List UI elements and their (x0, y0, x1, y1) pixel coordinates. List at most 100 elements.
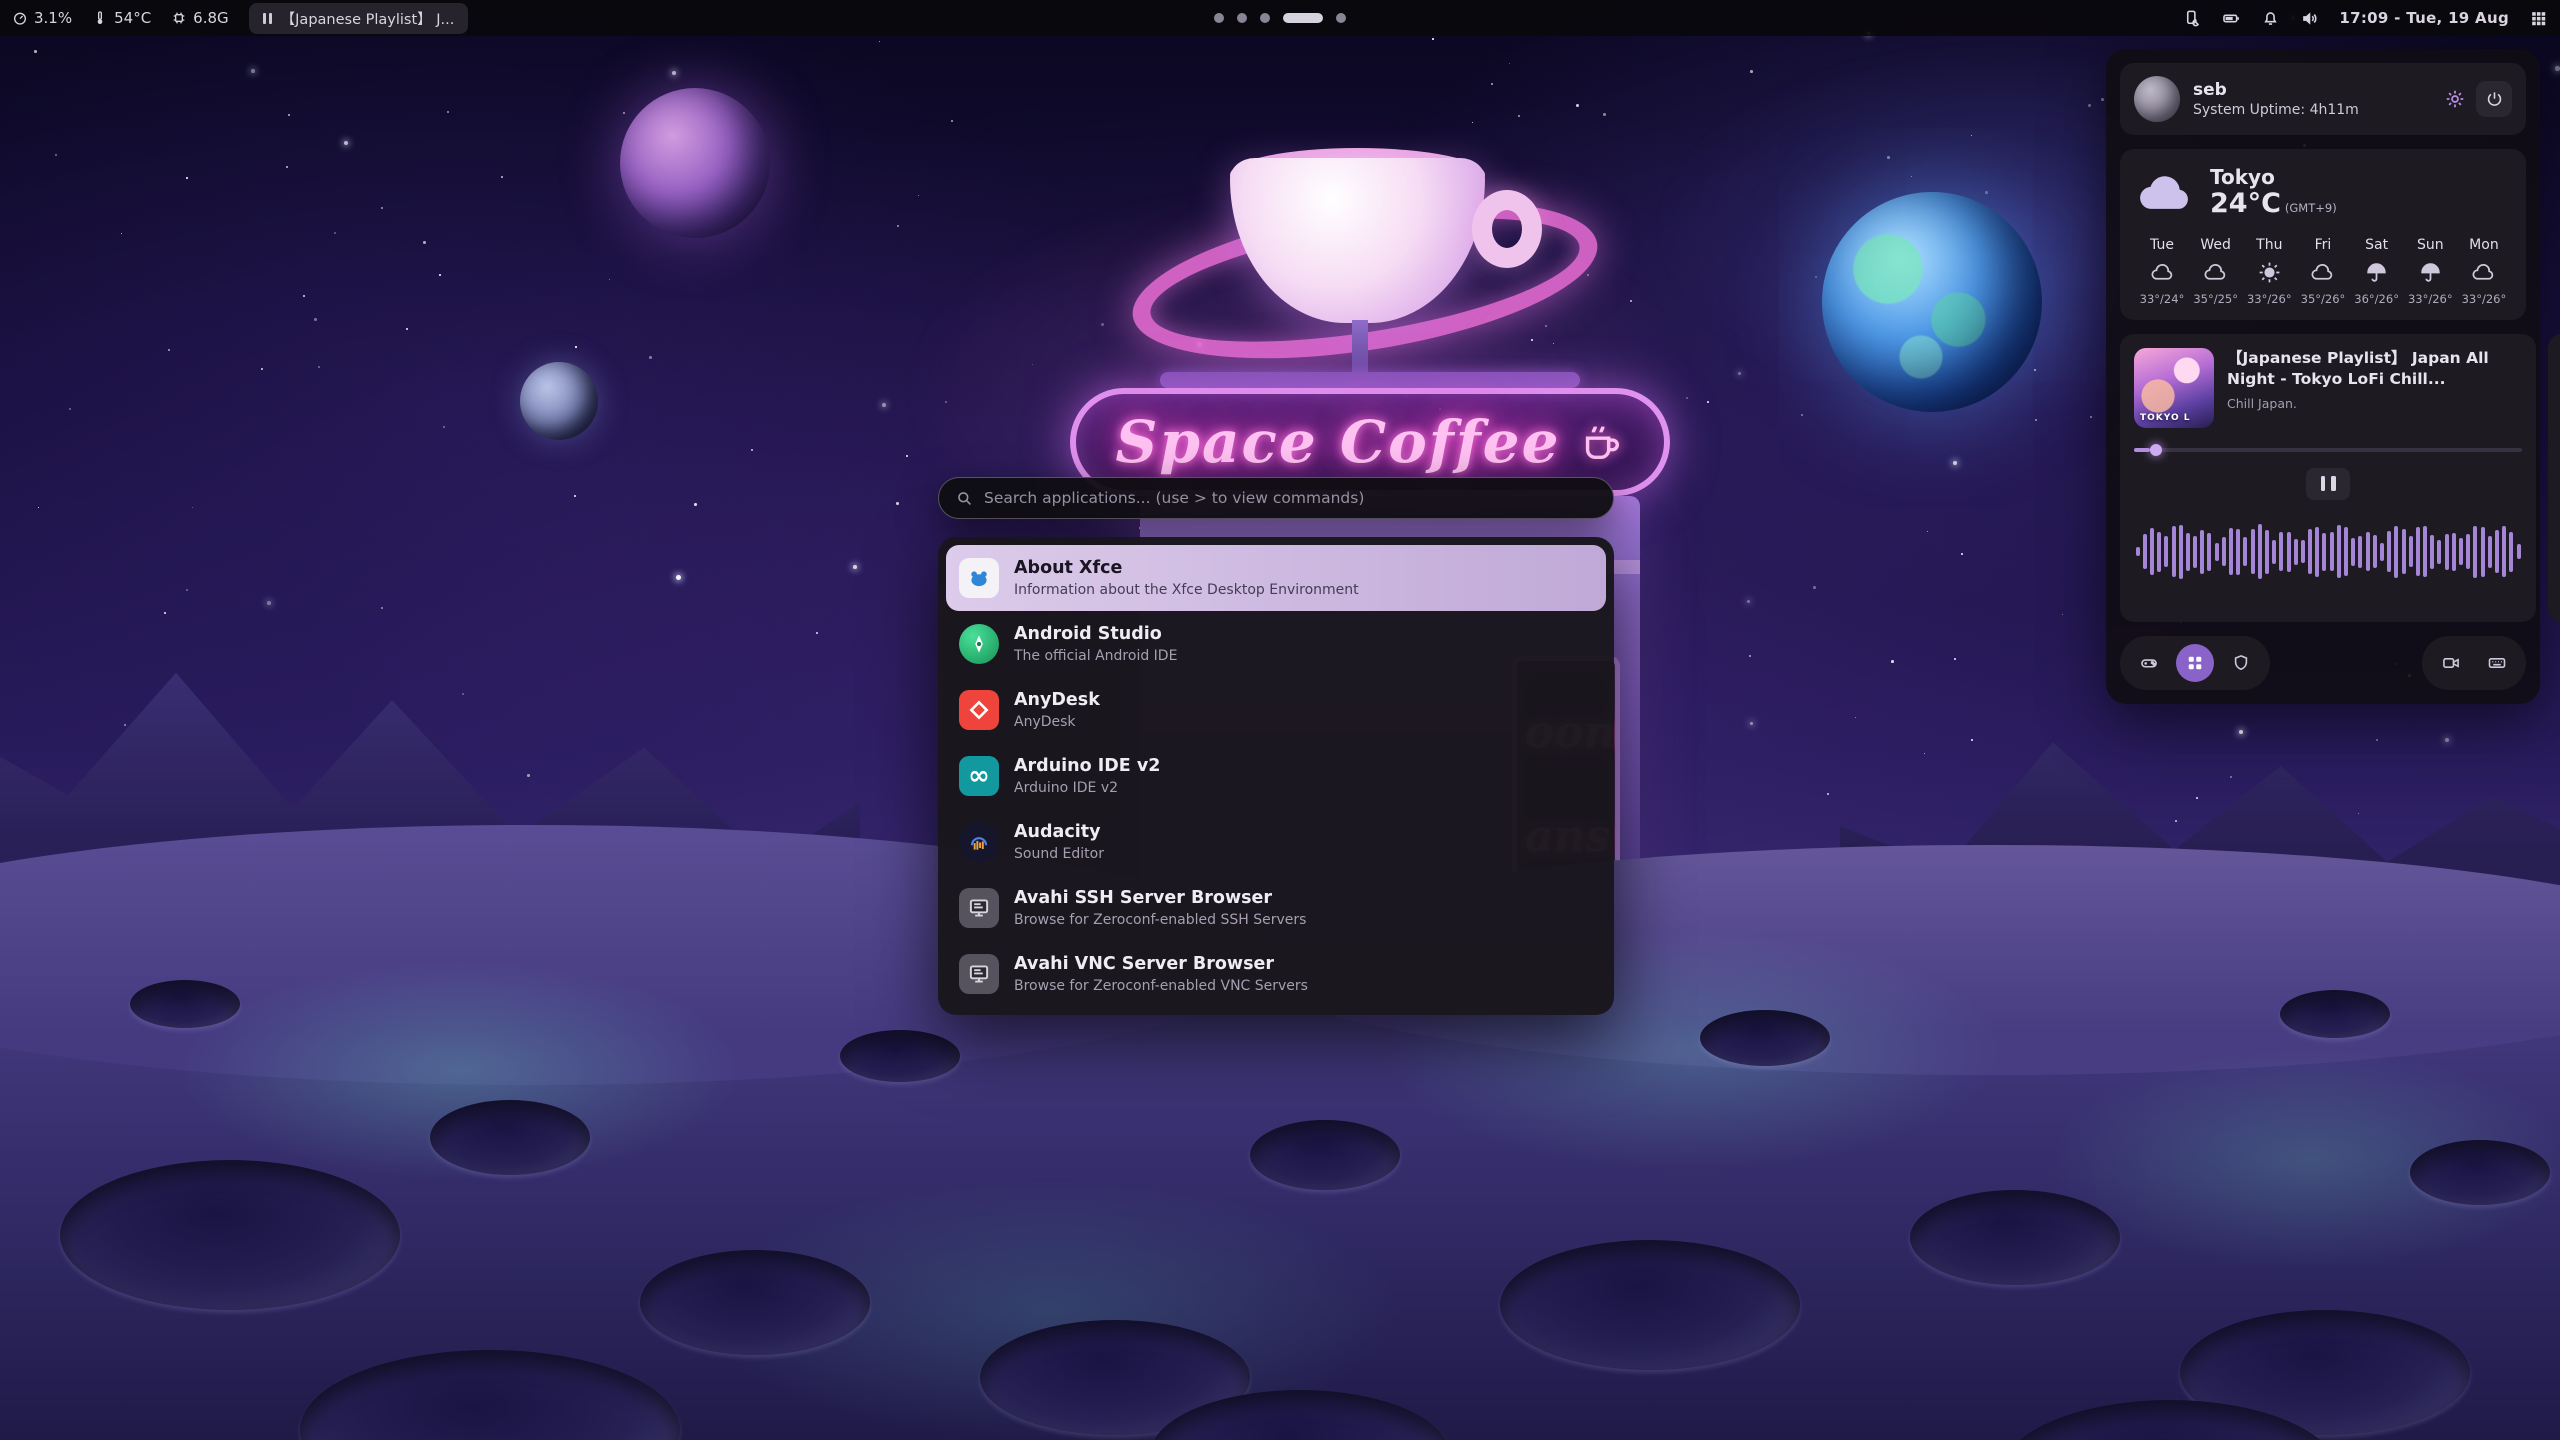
result-subtitle: Information about the Xfce Desktop Envir… (1014, 582, 1359, 598)
cloud-icon (2310, 260, 2335, 285)
moon-crater (1910, 1190, 2120, 1285)
workspace-dot[interactable] (1336, 13, 1346, 23)
memory-indicator[interactable]: 6.8G (171, 9, 228, 27)
moon-crater (430, 1100, 590, 1175)
umbrella-rain-icon (2364, 260, 2389, 285)
weather-card[interactable]: Tokyo 24°C(GMT+9) Tue 33°/24° Wed 35°/25… (2120, 149, 2526, 320)
gamepad-button[interactable] (2130, 644, 2168, 682)
coffee-cup-icon (1578, 419, 1624, 465)
moon-crater (2280, 990, 2390, 1038)
phone-wrench-icon (2183, 9, 2202, 28)
weather-city: Tokyo (2210, 165, 2337, 189)
app-launcher: About XfceInformation about the Xfce Des… (938, 477, 1614, 519)
umbrella-rain-icon (2418, 260, 2443, 285)
workspace-dot[interactable] (1260, 13, 1270, 23)
moon-crater (1700, 1010, 1830, 1066)
settings-button[interactable] (2444, 88, 2466, 110)
top-bar: 3.1% 54°C 6.8G 【Japanese Playlist】 J... (0, 0, 2560, 36)
workspace-dot[interactable] (1237, 13, 1247, 23)
moon-crater (640, 1250, 870, 1355)
xfce-icon (959, 558, 999, 598)
apps-button[interactable] (2176, 644, 2214, 682)
system-gauges-card: 3.1% 54°C 14% 24% (2548, 334, 2560, 622)
gamepad-icon (2139, 653, 2159, 673)
result-title: AnyDesk (1014, 690, 1100, 712)
weather-temperature: 24°C (2210, 188, 2281, 219)
battery-icon (2222, 9, 2241, 28)
album-art[interactable]: TOKYO L (2134, 348, 2214, 428)
memory-chip-icon (171, 10, 187, 26)
power-button[interactable] (2476, 81, 2512, 117)
server-browser-icon (959, 888, 999, 928)
result-audacity[interactable]: AudacitySound Editor (946, 809, 1606, 875)
search-input[interactable] (984, 489, 1597, 507)
workspace-indicator[interactable] (1214, 0, 1346, 36)
avatar[interactable] (2134, 76, 2180, 122)
result-about-xfce[interactable]: About XfceInformation about the Xfce Des… (946, 545, 1606, 611)
control-panel: seb System Uptime: 4h11m Tokyo 24°C(GMT+… (2106, 49, 2540, 704)
forecast-day: Thu 33°/26° (2243, 237, 2295, 306)
system-uptime: System Uptime: 4h11m (2193, 102, 2431, 118)
forecast-day: Fri 35°/26° (2297, 237, 2349, 306)
media-progress-handle[interactable] (2150, 444, 2162, 456)
cpu-gauge: 3.1% (2556, 346, 2560, 412)
moon-crater (60, 1160, 400, 1310)
result-title: Arduino IDE v2 (1014, 756, 1160, 778)
temperature-indicator[interactable]: 54°C (92, 9, 151, 27)
neon-sign-text: Space Coffee (1116, 408, 1561, 476)
grid-icon (2529, 9, 2548, 28)
result-title: Avahi VNC Server Browser (1014, 954, 1308, 976)
moon-crater (1250, 1120, 1400, 1190)
cloud-icon (2136, 170, 2194, 214)
arduino-icon: ∞ (959, 756, 999, 796)
device-tools-button[interactable] (2183, 9, 2202, 28)
security-button[interactable] (2222, 644, 2260, 682)
result-subtitle: Arduino IDE v2 (1014, 780, 1160, 796)
result-subtitle: Browse for Zeroconf-enabled SSH Servers (1014, 912, 1306, 928)
sun-icon (2257, 260, 2282, 285)
memory-value: 6.8G (193, 9, 228, 27)
workspace-dot[interactable] (1214, 13, 1224, 23)
cpu-usage-indicator[interactable]: 3.1% (12, 9, 72, 27)
media-playlist-button[interactable]: 【Japanese Playlist】 J... (249, 3, 469, 34)
moon-crater (300, 1350, 680, 1440)
notifications-button[interactable] (2261, 9, 2280, 28)
track-artist: Chill Japan. (2227, 396, 2522, 411)
result-title: Avahi SSH Server Browser (1014, 888, 1306, 910)
cup-handle (1472, 190, 1542, 268)
forecast-day: Tue 33°/24° (2136, 237, 2188, 306)
pause-button[interactable] (2306, 468, 2350, 500)
bell-icon (2261, 9, 2280, 28)
result-arduino[interactable]: ∞ Arduino IDE v2 Arduino IDE v2 (946, 743, 1606, 809)
media-progress-bar[interactable] (2134, 448, 2522, 452)
moon-crater (1500, 1240, 1800, 1370)
result-subtitle: Sound Editor (1014, 846, 1104, 862)
power-icon (2485, 90, 2504, 109)
forecast-day: Mon 33°/26° (2458, 237, 2510, 306)
desktop: oon ans Space Coffee (0, 0, 2560, 1440)
audacity-icon (959, 822, 999, 862)
result-subtitle: Browse for Zeroconf-enabled VNC Servers (1014, 978, 1308, 994)
keyboard-button[interactable] (2478, 644, 2516, 682)
track-title: 【Japanese Playlist】 Japan All Night - To… (2227, 348, 2522, 390)
result-anydesk[interactable]: AnyDeskAnyDesk (946, 677, 1606, 743)
result-avahi-ssh[interactable]: Avahi SSH Server Browser Browse for Zeroc… (946, 875, 1606, 941)
top-bar-left: 3.1% 54°C 6.8G 【Japanese Playlist】 J... (12, 3, 468, 34)
workspace-active-pill[interactable] (1283, 13, 1323, 23)
screen-record-button[interactable] (2432, 644, 2470, 682)
apps-grid-icon (2185, 653, 2205, 673)
result-subtitle: The official Android IDE (1014, 648, 1177, 664)
result-android-studio[interactable]: Android StudioThe official Android IDE (946, 611, 1606, 677)
keyboard-icon (2487, 653, 2507, 673)
battery-button[interactable] (2222, 9, 2241, 28)
volume-button[interactable] (2300, 9, 2319, 28)
quick-actions-right (2422, 636, 2526, 690)
launcher-search-bar[interactable] (938, 477, 1614, 519)
clock[interactable]: 17:09 - Tue, 19 Aug (2339, 9, 2509, 27)
result-avahi-vnc[interactable]: Avahi VNC Server Browser Browse for Zeroc… (946, 941, 1606, 1007)
server-browser-icon (959, 954, 999, 994)
app-grid-button[interactable] (2529, 9, 2548, 28)
cpu-gauge-icon (12, 10, 28, 26)
purple-planet (620, 88, 770, 238)
anydesk-icon (959, 690, 999, 730)
